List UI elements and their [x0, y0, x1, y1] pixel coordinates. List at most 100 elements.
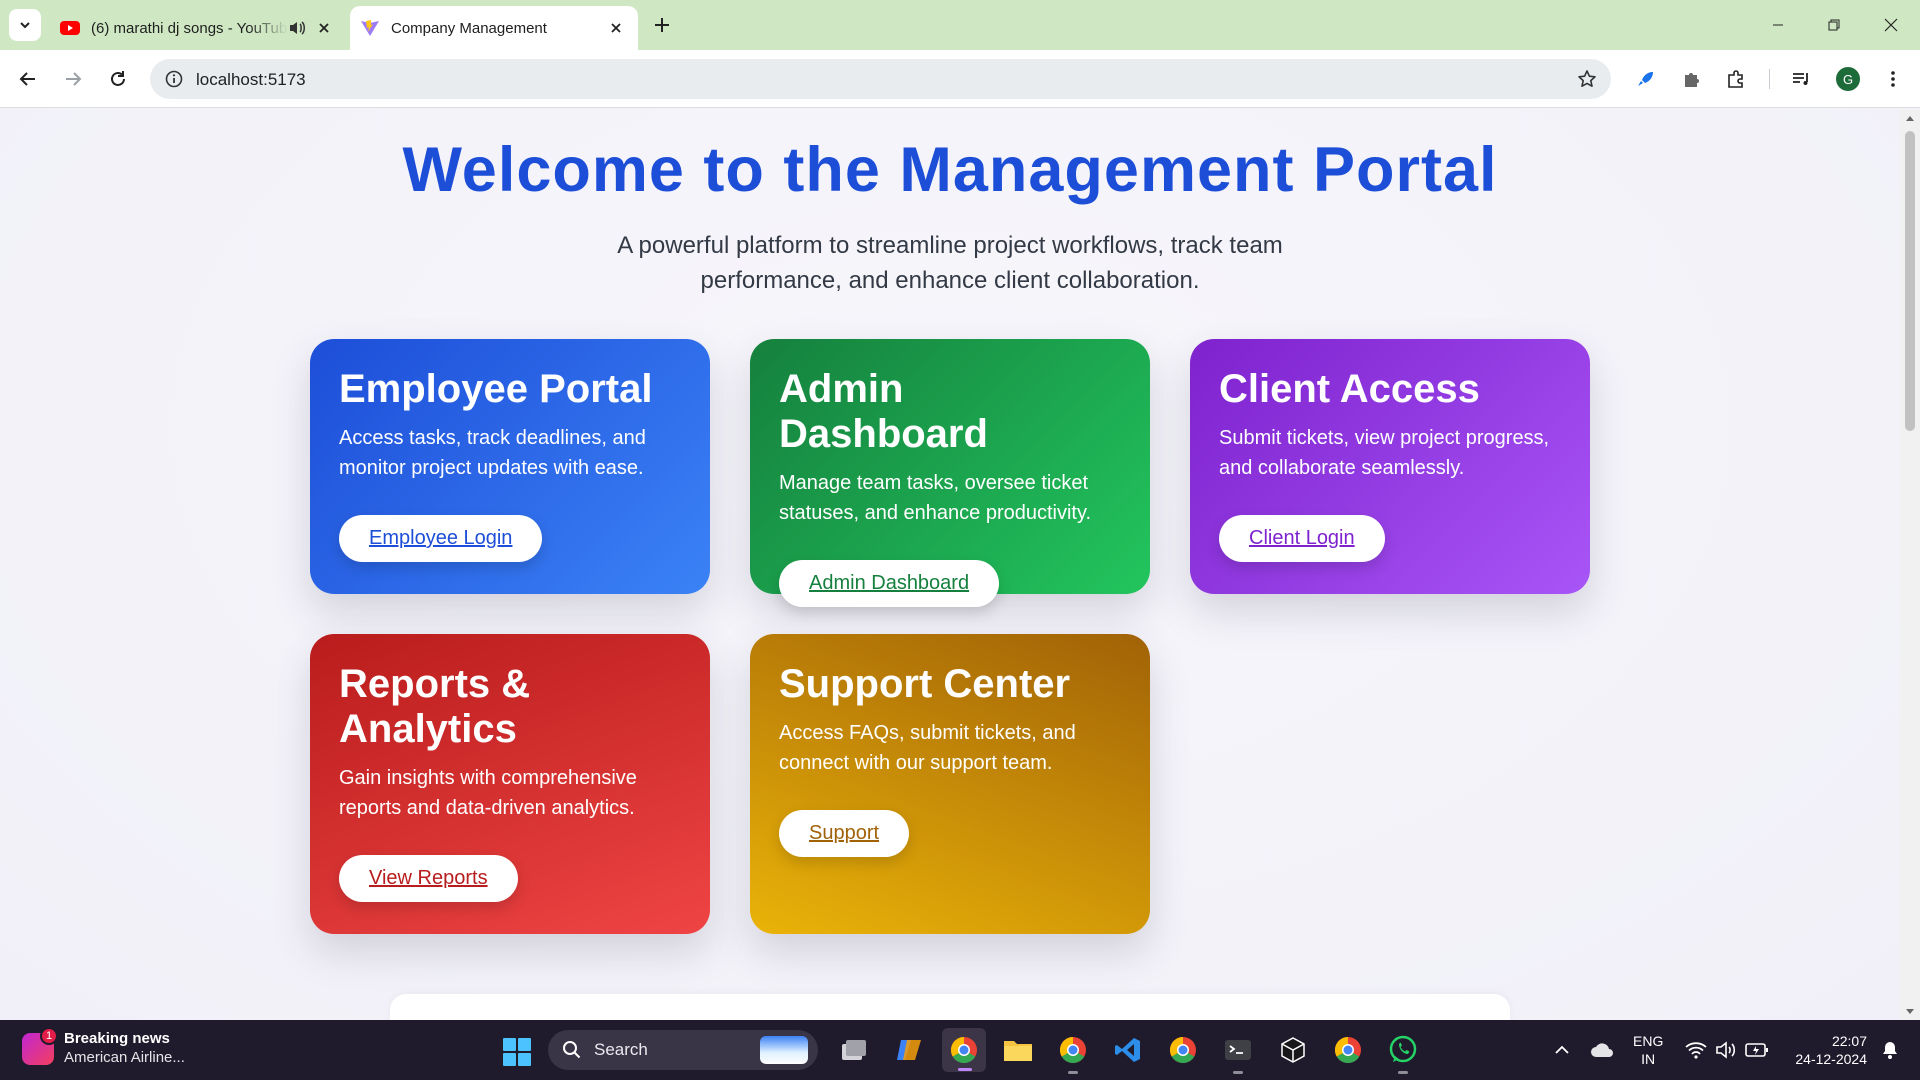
minimize-icon: [1773, 24, 1783, 26]
system-clock[interactable]: 22:07 24-12-2024: [1782, 1032, 1867, 1068]
notification-bell-icon[interactable]: [1874, 1034, 1906, 1066]
notification-badge: 1: [40, 1026, 58, 1045]
chrome-alt-profile-icon[interactable]: [1167, 1034, 1199, 1066]
arrow-left-icon: [19, 72, 35, 86]
view-reports-button[interactable]: View Reports: [339, 855, 518, 902]
client-access-card: Client Access Submit tickets, view proje…: [1190, 339, 1590, 594]
extensions-icon[interactable]: [1722, 65, 1750, 93]
card-title: Client Access: [1219, 367, 1480, 411]
clock-time: 22:07: [1831, 1033, 1867, 1049]
close-icon[interactable]: [312, 16, 336, 40]
tab-youtube[interactable]: (6) marathi dj songs - YouTube: [48, 6, 346, 50]
employee-login-button[interactable]: Employee Login: [339, 515, 543, 562]
restore-icon: [1828, 19, 1840, 31]
page-scrollbar[interactable]: [1900, 109, 1920, 1021]
client-login-button[interactable]: Client Login: [1219, 515, 1385, 562]
scrollbar-thumb[interactable]: [1905, 131, 1915, 431]
new-tab-button[interactable]: [650, 13, 674, 37]
reload-icon: [111, 71, 125, 86]
reload-button[interactable]: [103, 64, 133, 94]
news-widget[interactable]: 1 Breaking news American Airline...: [22, 1026, 185, 1067]
forward-button[interactable]: [58, 64, 88, 94]
rocket-extension-icon[interactable]: [1632, 65, 1660, 93]
vscode-icon[interactable]: [1112, 1034, 1144, 1066]
region-code: IN: [1641, 1051, 1656, 1067]
toolbar-divider: [1769, 69, 1770, 89]
restore-button[interactable]: [1819, 10, 1849, 40]
windows-taskbar: 1 Breaking news American Airline... Sear…: [0, 1020, 1920, 1080]
task-view-icon[interactable]: [838, 1034, 870, 1066]
tab-title: Company Management: [391, 19, 547, 37]
show-hidden-icons-chevron-icon[interactable]: [1546, 1034, 1578, 1066]
whatsapp-icon[interactable]: [1387, 1034, 1419, 1074]
volume-icon[interactable]: [1710, 1034, 1742, 1066]
card-title: Reports & Analytics: [339, 662, 531, 751]
speaker-icon[interactable]: [288, 20, 306, 36]
info-icon[interactable]: [162, 67, 186, 91]
scroll-down-icon[interactable]: [1905, 1007, 1915, 1017]
close-icon: [1884, 18, 1898, 32]
card-title: Support Center: [779, 662, 1071, 706]
employee-portal-card: Employee Portal Access tasks, track dead…: [310, 339, 710, 594]
page-subtitle: A powerful platform to streamline projec…: [617, 232, 1283, 294]
chevron-down-icon: [20, 22, 30, 29]
card-description: Access FAQs, submit tickets, and connect…: [779, 722, 1076, 774]
active-indicator: [958, 1068, 972, 1071]
onedrive-cloud-icon[interactable]: [1586, 1034, 1618, 1066]
clock-date: 24-12-2024: [1795, 1051, 1867, 1067]
support-center-card: Support Center Access FAQs, submit ticke…: [750, 634, 1150, 934]
address-bar[interactable]: localhost:5173: [150, 59, 1611, 99]
chrome-third-profile-icon[interactable]: [1332, 1034, 1364, 1066]
chrome-taskbar-icon[interactable]: [942, 1028, 986, 1072]
extension-puzzle-icon[interactable]: [1677, 65, 1705, 93]
close-window-button[interactable]: [1876, 10, 1906, 40]
chrome-profile-icon[interactable]: [1057, 1034, 1089, 1074]
news-subtitle: American Airline...: [64, 1049, 185, 1066]
url-text[interactable]: localhost:5173: [196, 70, 306, 90]
wifi-icon[interactable]: [1680, 1034, 1712, 1066]
running-indicator: [1068, 1071, 1078, 1074]
search-label: Search: [594, 1040, 648, 1059]
taskbar-search[interactable]: Search: [548, 1030, 818, 1070]
tab-company-management[interactable]: Company Management: [350, 6, 638, 50]
reports-analytics-card: Reports & Analytics Gain insights with c…: [310, 634, 710, 934]
windows-start-icon[interactable]: [503, 1038, 531, 1066]
running-indicator: [1398, 1071, 1408, 1074]
media-control-icon[interactable]: [1787, 65, 1815, 93]
search-highlight-image: [760, 1036, 808, 1064]
running-indicator: [1233, 1071, 1243, 1074]
profile-avatar[interactable]: G: [1836, 67, 1860, 91]
content-panel: [390, 994, 1510, 1021]
file-explorer-icon[interactable]: [1002, 1034, 1034, 1066]
tab-title: (6) marathi dj songs - YouTube: [91, 19, 288, 37]
browser-tab-bar: (6) marathi dj songs - YouTube Company M…: [0, 0, 1920, 50]
card-description: Submit tickets, view project progress, a…: [1219, 427, 1550, 479]
plus-icon: [655, 18, 669, 32]
bookmark-star-icon[interactable]: [1575, 67, 1599, 91]
card-description: Manage team tasks, oversee ticket status…: [779, 472, 1092, 524]
search-icon: [563, 1041, 581, 1059]
scroll-up-icon[interactable]: [1905, 113, 1915, 123]
youtube-icon: [60, 18, 80, 38]
app-box-icon[interactable]: [1277, 1034, 1309, 1066]
copilot-icon[interactable]: [893, 1034, 925, 1066]
news-icon: 1: [22, 1026, 58, 1065]
support-button[interactable]: Support: [779, 810, 910, 857]
back-button[interactable]: [13, 64, 43, 94]
more-options-icon[interactable]: [1879, 65, 1907, 93]
admin-dashboard-button[interactable]: Admin Dashboard: [779, 560, 1000, 607]
vite-icon: [360, 18, 380, 38]
tab-search-button[interactable]: [9, 9, 41, 41]
card-title: Employee Portal: [339, 367, 653, 411]
language-code: ENG: [1633, 1033, 1664, 1049]
card-description: Access tasks, track deadlines, and monit…: [339, 427, 646, 479]
minimize-button[interactable]: [1763, 10, 1793, 40]
admin-dashboard-card: Admin Dashboard Manage team tasks, overs…: [750, 339, 1150, 607]
browser-toolbar: localhost:5173 G: [0, 50, 1920, 108]
terminal-icon[interactable]: [1222, 1034, 1254, 1074]
battery-icon[interactable]: [1741, 1034, 1773, 1066]
language-indicator[interactable]: ENG IN: [1633, 1032, 1663, 1068]
card-description: Gain insights with comprehensive reports…: [339, 767, 637, 819]
arrow-right-icon: [66, 72, 82, 86]
close-icon[interactable]: [604, 16, 628, 40]
